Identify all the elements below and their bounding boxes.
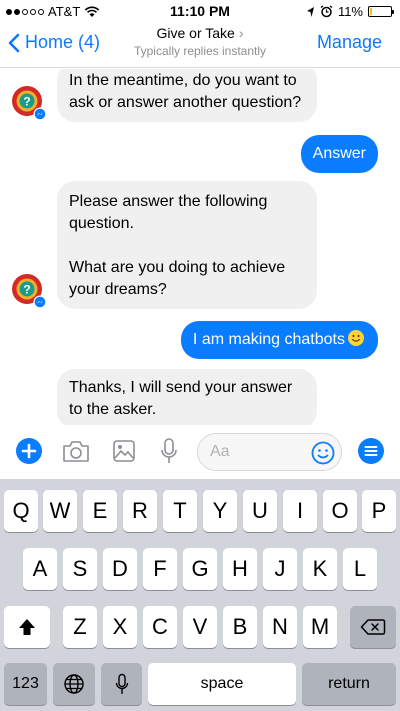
location-arrow-icon (306, 6, 314, 17)
message-line: Thanks, I will send your answer (69, 379, 293, 396)
message-line (69, 235, 305, 257)
globe-icon (64, 674, 84, 694)
plus-icon[interactable] (16, 438, 42, 464)
manage-button[interactable]: Manage (317, 32, 382, 53)
key-i[interactable]: I (283, 490, 317, 532)
space-key[interactable]: space (148, 663, 296, 705)
message-line: question. (69, 215, 134, 232)
microphone-icon (115, 673, 128, 694)
key-x[interactable]: X (103, 606, 137, 648)
message-list[interactable]: In the meantime, do you want to ask or a… (0, 69, 400, 425)
microphone-icon[interactable] (160, 437, 178, 465)
key-o[interactable]: O (323, 490, 357, 532)
key-r[interactable]: R (123, 490, 157, 532)
battery-icon (368, 6, 394, 17)
bot-avatar[interactable]: ? (11, 273, 47, 309)
chevron-right-icon: › (238, 25, 244, 41)
battery-fill (370, 8, 372, 15)
dictation-key[interactable] (101, 663, 142, 705)
shift-arrow-icon (19, 619, 35, 635)
key-l[interactable]: L (343, 548, 377, 590)
outgoing-message-bubble[interactable]: I am making chatbots (180, 321, 378, 359)
key-b[interactable]: B (223, 606, 257, 648)
alarm-clock-icon (320, 5, 333, 18)
incoming-message-bubble[interactable]: Please answer the following question. Wh… (57, 181, 317, 309)
key-d[interactable]: D (103, 548, 137, 590)
conversation-title-text: Give or Take (156, 25, 235, 41)
shift-key[interactable] (4, 606, 50, 648)
key-n[interactable]: N (263, 606, 297, 648)
key-y[interactable]: Y (203, 490, 237, 532)
backspace-key[interactable] (350, 606, 396, 648)
key-z[interactable]: Z (63, 606, 97, 648)
outgoing-message-bubble[interactable]: Answer (300, 135, 378, 173)
key-h[interactable]: H (223, 548, 257, 590)
message-line: What are you doing to achieve (69, 259, 286, 276)
incoming-message-bubble[interactable]: In the meantime, do you want to ask or a… (57, 69, 317, 122)
battery-percent: 11% (337, 4, 363, 19)
status-bar: AT&T 11:10 PM 11% (0, 0, 400, 22)
menu-icon[interactable] (358, 438, 384, 464)
message-composer (0, 427, 400, 479)
key-q[interactable]: Q (4, 490, 38, 532)
key-g[interactable]: G (183, 548, 217, 590)
incoming-message-bubble[interactable]: Thanks, I will send your answer to the a… (57, 369, 317, 425)
key-s[interactable]: S (63, 548, 97, 590)
smiley-icon[interactable] (311, 441, 335, 465)
key-j[interactable]: J (263, 548, 297, 590)
key-c[interactable]: C (143, 606, 177, 648)
svg-text:?: ? (23, 283, 30, 297)
status-right: 11% (306, 4, 394, 19)
key-a[interactable]: A (23, 548, 57, 590)
camera-icon[interactable] (62, 440, 90, 463)
key-e[interactable]: E (83, 490, 117, 532)
key-m[interactable]: M (303, 606, 337, 648)
key-k[interactable]: K (303, 548, 337, 590)
message-line: In the meantime, do you want to (69, 72, 297, 89)
message-input[interactable] (210, 443, 305, 461)
return-key[interactable]: return (302, 663, 396, 705)
message-text: I am making chatbots (192, 331, 345, 348)
key-w[interactable]: W (43, 490, 77, 532)
keyboard: Q W E R T Y U I O P A S D F G H J K L Z … (0, 479, 400, 711)
message-line: to the asker. (69, 401, 157, 418)
navigation-bar: Home (4) Give or Take › Typically replies… (0, 22, 400, 68)
backspace-icon (360, 619, 386, 635)
smiley-emoji (348, 330, 364, 346)
numbers-key[interactable]: 123 (4, 663, 47, 705)
message-input-container[interactable] (197, 433, 342, 471)
key-f[interactable]: F (143, 548, 177, 590)
globe-key[interactable] (53, 663, 95, 705)
key-p[interactable]: P (362, 490, 396, 532)
message-line: Please answer the following (69, 193, 268, 210)
svg-text:?: ? (23, 95, 30, 109)
key-v[interactable]: V (183, 606, 217, 648)
key-u[interactable]: U (243, 490, 277, 532)
image-icon[interactable] (112, 439, 136, 463)
message-line: ask or answer another question? (69, 94, 302, 111)
message-line: your dreams? (69, 281, 167, 298)
bot-avatar[interactable]: ? (11, 85, 47, 121)
key-t[interactable]: T (163, 490, 197, 532)
